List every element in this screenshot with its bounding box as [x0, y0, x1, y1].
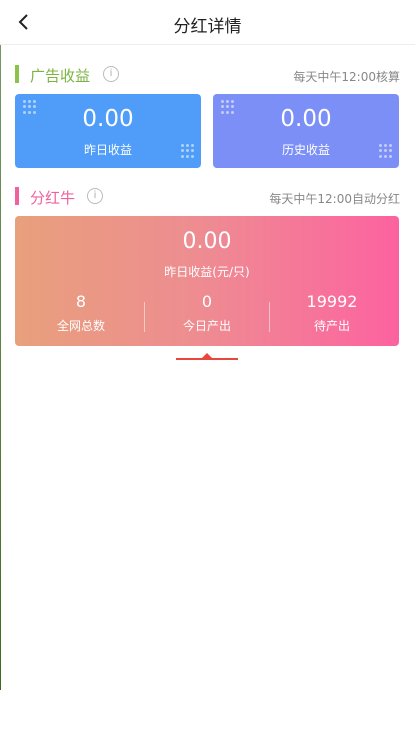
- dividend-cow-title: 分红牛: [30, 189, 76, 207]
- stat-total-label: 全网总数: [56, 319, 105, 333]
- stat-total-value: 8: [75, 292, 87, 311]
- top-nav-bar: 分红详情: [0, 0, 415, 45]
- info-icon[interactable]: i: [103, 66, 119, 82]
- stat-today: 0 今日产出: [143, 292, 271, 334]
- ad-income-title: 广告收益: [30, 67, 91, 85]
- history-income-value: 0.00: [280, 106, 332, 132]
- yesterday-income-value: 0.00: [82, 106, 134, 132]
- stat-pending-value: 19992: [306, 292, 358, 311]
- tab-indicator-line: [176, 358, 238, 360]
- yesterday-income-label: 昨日收益: [83, 143, 132, 157]
- yesterday-income-card: 0.00 昨日收益: [15, 94, 201, 168]
- stat-pending-label: 待产出: [313, 319, 350, 333]
- dividend-cow-section-header: 分红牛 i 每天中午12:00自动分红: [15, 186, 400, 207]
- history-income-card: 0.00 历史收益: [213, 94, 399, 168]
- stat-total: 8 全网总数: [17, 292, 145, 334]
- history-income-label: 历史收益: [281, 143, 330, 157]
- page-title: 分红详情: [173, 17, 242, 37]
- cow-yesterday-value: 0.00: [182, 229, 232, 254]
- info-icon[interactable]: i: [87, 188, 103, 204]
- stat-today-label: 今日产出: [182, 319, 231, 333]
- dividend-cow-card: 0.00 昨日收益(元/只) 8 全网总数 0 今日产出 19992 待产出: [15, 216, 399, 346]
- stat-today-value: 0: [201, 292, 213, 311]
- stat-pending: 19992 待产出: [268, 292, 396, 334]
- section-accent-bar: [15, 187, 19, 205]
- cow-yesterday-label: 昨日收益(元/只): [164, 265, 250, 279]
- dividend-cow-note: 每天中午12:00自动分红: [269, 192, 400, 206]
- left-edge-strip: [0, 0, 1, 690]
- section-accent-bar: [15, 65, 19, 83]
- ad-income-section-header: 广告收益 i 每天中午12:00核算: [15, 64, 400, 85]
- ad-income-note: 每天中午12:00核算: [293, 70, 400, 84]
